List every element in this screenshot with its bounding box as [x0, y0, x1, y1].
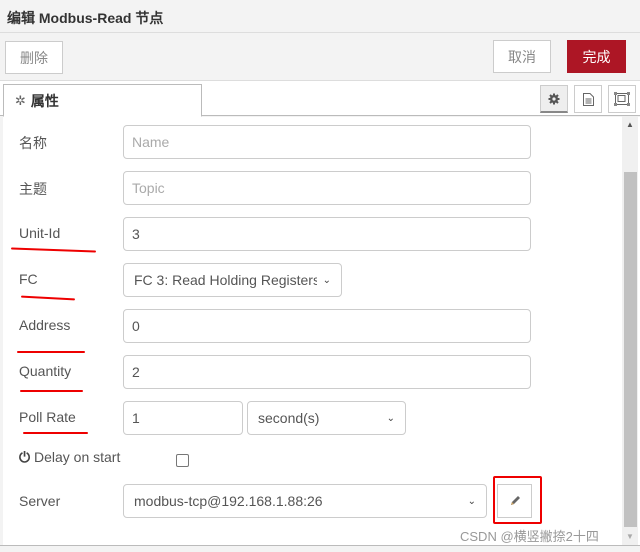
frame-icon [614, 92, 630, 106]
document-icon [582, 92, 594, 106]
chevron-down-icon: ⌄ [322, 274, 331, 286]
name-label: 名称 [19, 135, 47, 151]
delay-on-start-label: ⏻ Delay on start [19, 449, 121, 465]
dialog-header: 编辑 Modbus-Read 节点 [0, 0, 640, 33]
topic-input[interactable]: Topic [123, 171, 531, 205]
fc-label: FC [19, 271, 38, 287]
annotation-underline [23, 432, 88, 434]
done-button[interactable]: 完成 [567, 40, 626, 73]
quantity-input[interactable]: 2 [123, 355, 531, 389]
poll-rate-unit-select[interactable]: second(s) ⌄ [247, 401, 406, 435]
description-view-button[interactable] [574, 85, 602, 113]
server-label: Server [19, 493, 61, 509]
fc-select-value: FC 3: Read Holding Registers [134, 272, 317, 288]
unit-id-label: Unit-Id [19, 225, 61, 241]
annotation-underline [20, 390, 83, 392]
address-input[interactable]: 0 [123, 309, 531, 343]
gear-icon: ✲ [15, 92, 26, 108]
tab-bar: ✲ 属性 [0, 81, 640, 117]
poll-rate-label: Poll Rate [19, 409, 76, 425]
dialog-toolbar: 删除 取消 完成 [0, 33, 640, 81]
chevron-down-icon: ⌄ [386, 412, 395, 424]
chevron-down-icon: ⌄ [467, 495, 476, 507]
scrollbar-thumb[interactable] [624, 172, 637, 527]
topic-label: 主题 [19, 181, 47, 197]
server-select[interactable]: modbus-tcp@192.168.1.88:26 ⌄ [123, 484, 487, 518]
scroll-up-arrow-icon[interactable]: ▲ [622, 120, 638, 129]
properties-view-button[interactable] [540, 85, 568, 113]
tab-properties-label: 属性 [30, 92, 59, 109]
watermark: CSDN @横竖撇捺2十四 [460, 529, 599, 544]
server-select-value: modbus-tcp@192.168.1.88:26 [134, 493, 323, 509]
appearance-view-button[interactable] [608, 85, 636, 113]
unit-id-input[interactable]: 3 [123, 217, 531, 251]
delay-on-start-checkbox[interactable] [176, 454, 189, 467]
gear-icon [548, 93, 560, 104]
name-input[interactable]: Name [123, 125, 531, 159]
delete-button[interactable]: 删除 [5, 41, 63, 74]
tab-properties[interactable]: ✲ 属性 [3, 84, 202, 117]
cancel-button[interactable]: 取消 [493, 40, 551, 73]
quantity-label: Quantity [19, 363, 72, 379]
fc-select[interactable]: FC 3: Read Holding Registers ⌄ [123, 263, 342, 297]
vertical-scrollbar[interactable]: ▲ ▼ [622, 116, 638, 545]
poll-rate-input[interactable]: 1 [123, 401, 243, 435]
dialog-title: 编辑 Modbus-Read 节点 [7, 10, 164, 26]
annotation-highlight-box [493, 476, 542, 524]
annotation-underline [17, 351, 85, 353]
address-label: Address [19, 317, 71, 333]
power-icon: ⏻ [19, 449, 31, 465]
poll-rate-unit-value: second(s) [258, 410, 320, 426]
scroll-down-arrow-icon[interactable]: ▼ [622, 532, 638, 541]
dialog-footer [0, 545, 640, 552]
